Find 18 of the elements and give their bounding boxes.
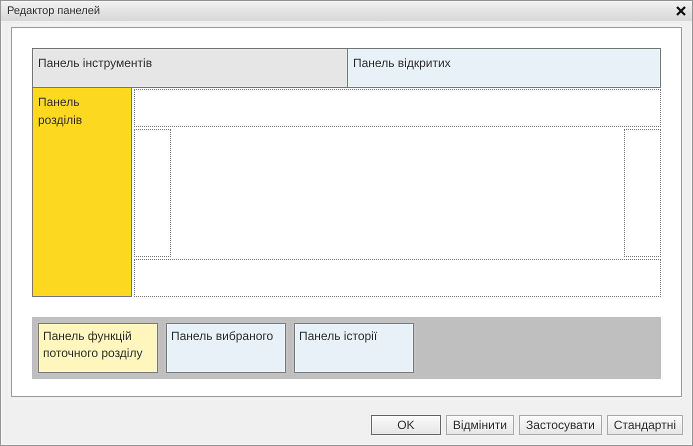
- close-icon[interactable]: [676, 6, 686, 16]
- dialog-button[interactable]: Відмінити: [446, 415, 514, 435]
- panel-label: Панель інструментів: [38, 56, 152, 70]
- dialog-button[interactable]: OK: [370, 415, 441, 435]
- dialog-button[interactable]: Застосувати: [518, 415, 602, 435]
- panel-label: Панель розділів: [38, 95, 82, 127]
- panel-block[interactable]: Панель відкритих: [348, 48, 661, 88]
- panel-block[interactable]: Панель історії: [294, 323, 414, 373]
- panel-block[interactable]: Панель розділів: [32, 88, 132, 297]
- panel-block[interactable]: Панель функцій поточного розділу: [38, 323, 158, 373]
- panel-block[interactable]: Панель вибраного: [166, 323, 286, 373]
- panel-block[interactable]: Панель інструментів: [32, 48, 348, 88]
- panel-label: Панель відкритих: [353, 56, 451, 70]
- panel-label: Панель вибраного: [171, 329, 274, 343]
- panel-label: Панель історії: [299, 329, 378, 343]
- panel-label: Панель функцій поточного розділу: [43, 329, 142, 360]
- window-title: Редактор панелей: [7, 4, 100, 19]
- dialog-button[interactable]: Стандартні: [606, 415, 683, 435]
